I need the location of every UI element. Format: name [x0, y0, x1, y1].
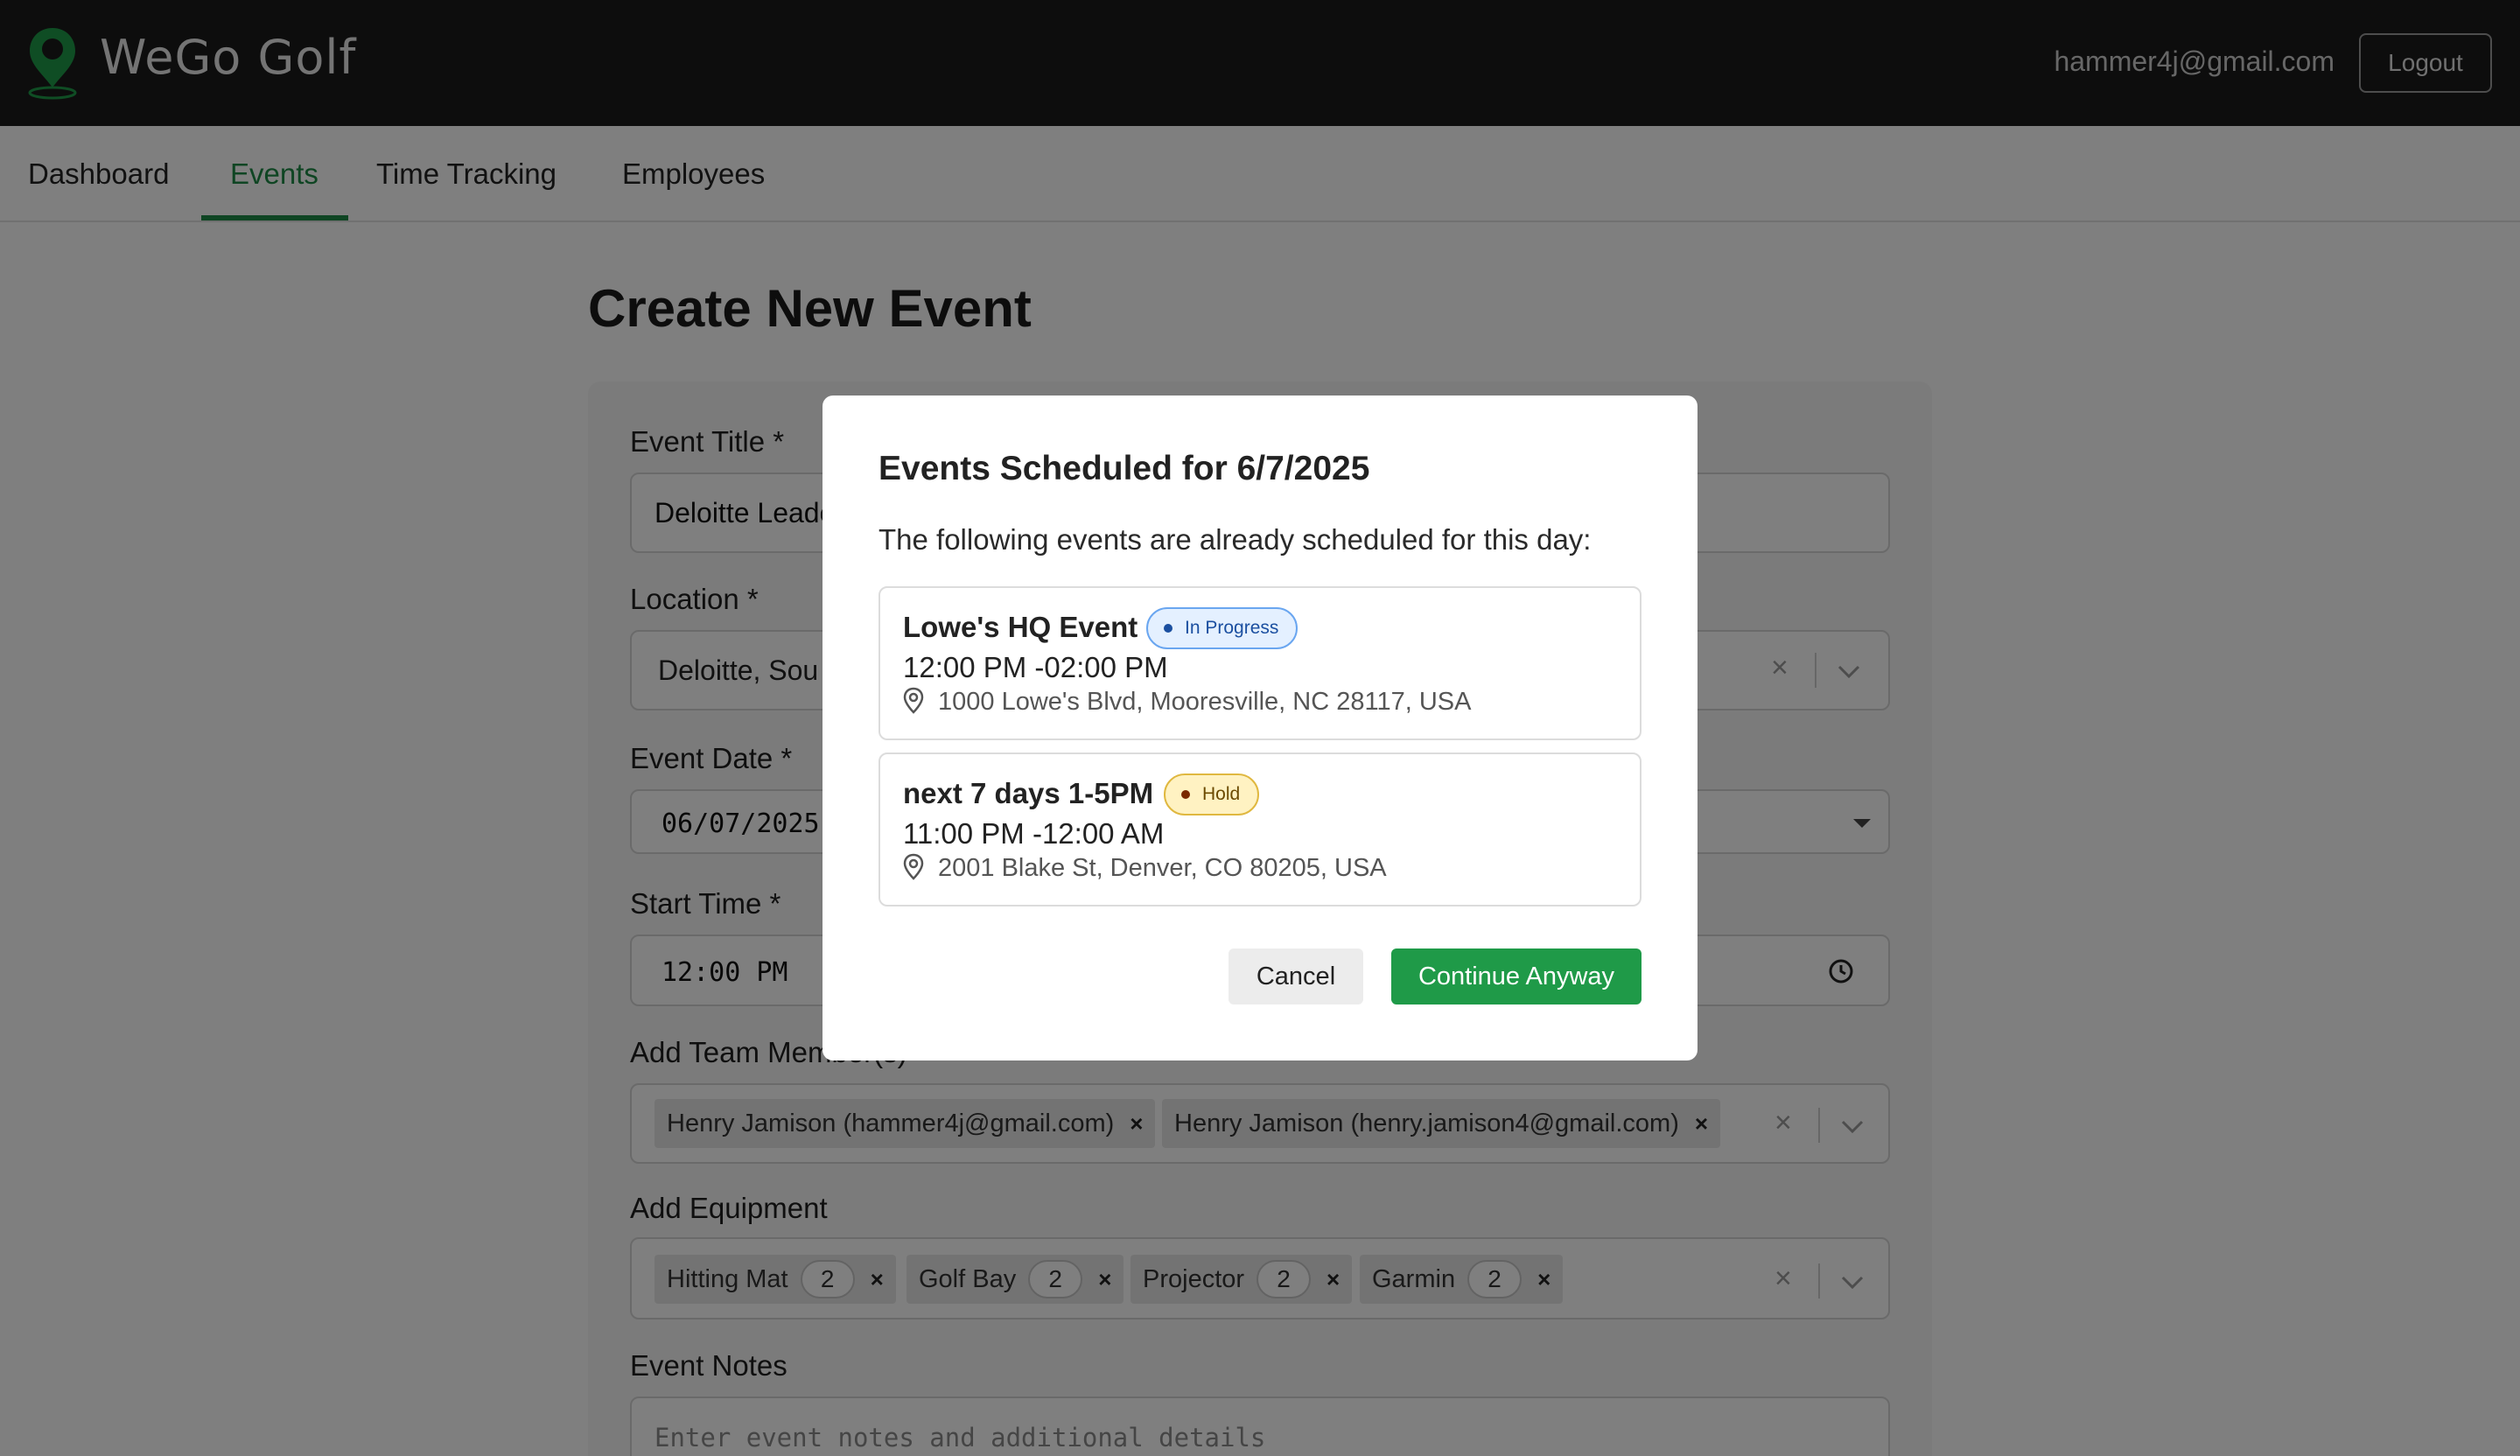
scheduled-event-card: next 7 days 1-5PM Hold 11:00 PM -12:00 A… — [878, 752, 1642, 906]
event-time: 11:00 PM -12:00 AM — [903, 817, 1165, 850]
event-title: Lowe's HQ Event — [903, 611, 1138, 643]
location-pin-icon — [903, 687, 924, 714]
scheduled-event-card: Lowe's HQ Event In Progress 12:00 PM -02… — [878, 586, 1642, 740]
status-label: In Progress — [1185, 618, 1279, 638]
location-pin-icon — [903, 853, 924, 880]
event-address: 2001 Blake St, Denver, CO 80205, USA — [938, 854, 1387, 882]
status-label: Hold — [1202, 784, 1241, 804]
dialog-description: The following events are already schedul… — [878, 523, 1592, 556]
event-address: 1000 Lowe's Blvd, Mooresville, NC 28117,… — [938, 688, 1472, 716]
schedule-conflict-dialog: Events Scheduled for 6/7/2025 The follow… — [822, 396, 1698, 1060]
dialog-title: Events Scheduled for 6/7/2025 — [878, 450, 1370, 487]
event-time: 12:00 PM -02:00 PM — [903, 651, 1168, 683]
continue-anyway-button[interactable]: Continue Anyway — [1391, 948, 1642, 1004]
status-dot — [1181, 790, 1190, 799]
status-badge: In Progress — [1146, 607, 1298, 649]
cancel-button[interactable]: Cancel — [1228, 948, 1363, 1004]
status-badge: Hold — [1164, 774, 1260, 816]
event-title: next 7 days 1-5PM — [903, 777, 1154, 809]
status-dot — [1164, 624, 1172, 633]
